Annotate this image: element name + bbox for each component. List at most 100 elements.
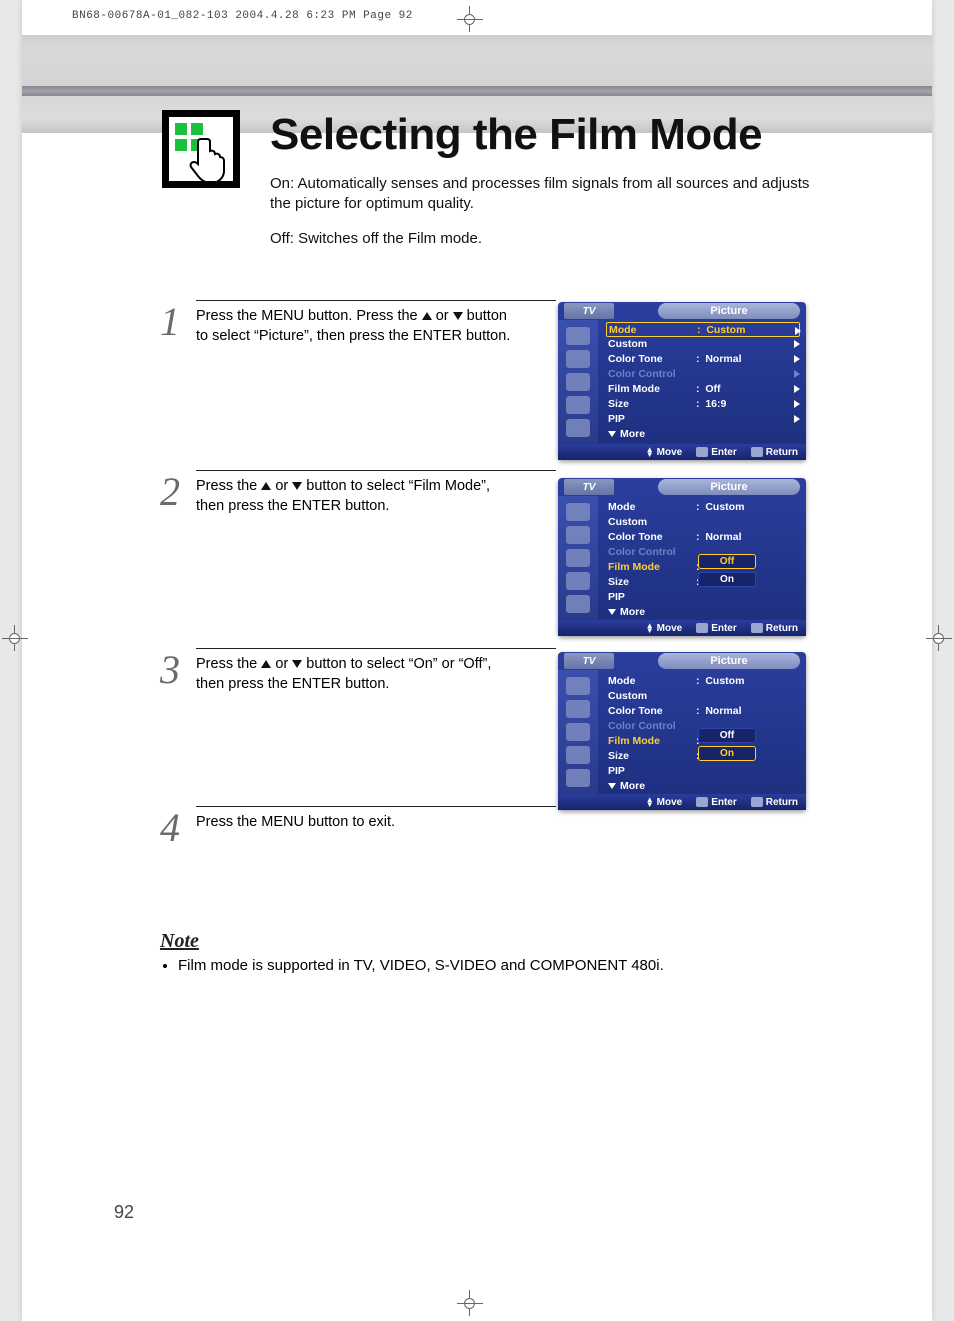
crop-mark-icon [455,6,485,36]
down-arrow-icon [608,783,616,789]
intro-text: On: Automatically senses and processes f… [270,174,830,263]
sidebar-icon [566,503,590,521]
osd-tv-label: TV [564,479,614,495]
osd-tv-label: TV [564,303,614,319]
sidebar-icon [566,419,590,437]
sidebar-icon [566,549,590,567]
sidebar-icon [566,595,590,613]
up-arrow-icon [261,482,271,490]
intro-p2: Off: Switches off the Film mode. [270,229,830,249]
osd-label: Color Control [608,368,696,380]
foot-return: Return [766,797,798,808]
osd-value: Custom [705,501,744,513]
osd-label: PIP [608,413,696,425]
sidebar-icon [566,769,590,787]
sidebar-icon [566,723,590,741]
right-arrow-icon [794,355,800,363]
osd-row-mode: Mode: Custom [608,673,798,688]
osd-value: Custom [706,324,745,336]
osd-screenshot-2: TV Picture Mode: Custom Custom Color Ton… [558,478,806,636]
osd-menu-title: Picture [658,303,800,319]
osd-value: 16:9 [705,398,726,410]
step4-text: Press the MENU button to exit. [196,813,516,833]
foot-enter: Enter [711,447,737,458]
osd-row-more: More [608,778,798,793]
option-on: On [698,572,756,587]
osd-label: Color Tone [608,531,696,543]
foot-move: Move [657,447,683,458]
foot-enter: Enter [711,623,737,634]
osd-value: Normal [705,705,741,717]
osd-label: Custom [608,690,696,702]
osd-row-filmmode: Film Mode: Off [608,381,798,396]
osd-footer: ▲▼Move Enter Return [558,444,806,460]
sidebar-icon [566,746,590,764]
foot-move: Move [657,623,683,634]
osd-screenshot-1: TV Picture Mode : Custom Custom Color To… [558,302,806,460]
osd-row-colortone: Color Tone: Normal [608,703,798,718]
up-arrow-icon [422,312,432,320]
osd-row-custom: Custom [608,688,798,703]
sidebar-icon [566,350,590,368]
step1-text-a: Press the MENU button. Press the [196,308,422,324]
foot-enter: Enter [711,797,737,808]
option-off: Off [698,554,756,569]
intro-p1: On: Automatically senses and processes f… [270,174,830,215]
down-arrow-icon [608,431,616,437]
osd-label: Color Control [608,720,696,732]
osd-value: Normal [705,353,741,365]
osd-label: Color Control [608,546,696,558]
osd-row-custom: Custom [608,514,798,529]
enter-icon [696,447,708,457]
pointer-hand-icon [187,135,231,181]
right-arrow-icon [794,340,800,348]
enter-icon [696,797,708,807]
osd-row-pip: PIP [608,763,798,778]
osd-row-pip: PIP [608,411,798,426]
foot-return: Return [766,623,798,634]
sidebar-icon [566,526,590,544]
down-arrow-icon [608,609,616,615]
step2-text-a: Press the [196,478,261,494]
header-icon [162,110,240,188]
note-heading: Note [160,930,810,953]
osd-label: Custom [608,338,696,350]
crop-mark-icon [924,625,954,655]
osd-label: Custom [608,516,696,528]
note-item: Film mode is supported in TV, VIDEO, S-V… [178,957,810,974]
osd-footer: ▲▼Move Enter Return [558,794,806,810]
osd-value: Custom [705,675,744,687]
osd-label: PIP [608,765,696,777]
sidebar-icon [566,677,590,695]
osd-value: Normal [705,531,741,543]
right-arrow-icon [794,415,800,423]
down-arrow-icon [453,312,463,320]
enter-icon [696,623,708,633]
step-number: 3 [160,650,180,690]
crop-header: BN68-00678A-01_082-103 2004.4.28 6:23 PM… [72,10,413,22]
sidebar-icon [566,700,590,718]
osd-label: More [620,780,645,792]
osd-row-mode: Mode : Custom [606,322,800,337]
osd-label: Size [608,750,696,762]
osd-value: Off [705,383,720,395]
foot-return: Return [766,447,798,458]
step-number: 1 [160,302,180,342]
crop-mark-icon [0,625,30,655]
right-arrow-icon [794,370,800,378]
osd-tv-label: TV [564,653,614,669]
osd-label: More [620,606,645,618]
sidebar-icon [566,396,590,414]
osd-label: PIP [608,591,696,603]
sidebar-icon [566,373,590,391]
return-icon [751,447,763,457]
osd-row-more: More [608,604,798,619]
return-icon [751,797,763,807]
right-arrow-icon [795,327,801,335]
step3-text-b: or [275,656,292,672]
up-arrow-icon [261,660,271,668]
osd-label: Mode [608,675,696,687]
option-on: On [698,746,756,761]
osd-menu-title: Picture [658,653,800,669]
return-icon [751,623,763,633]
